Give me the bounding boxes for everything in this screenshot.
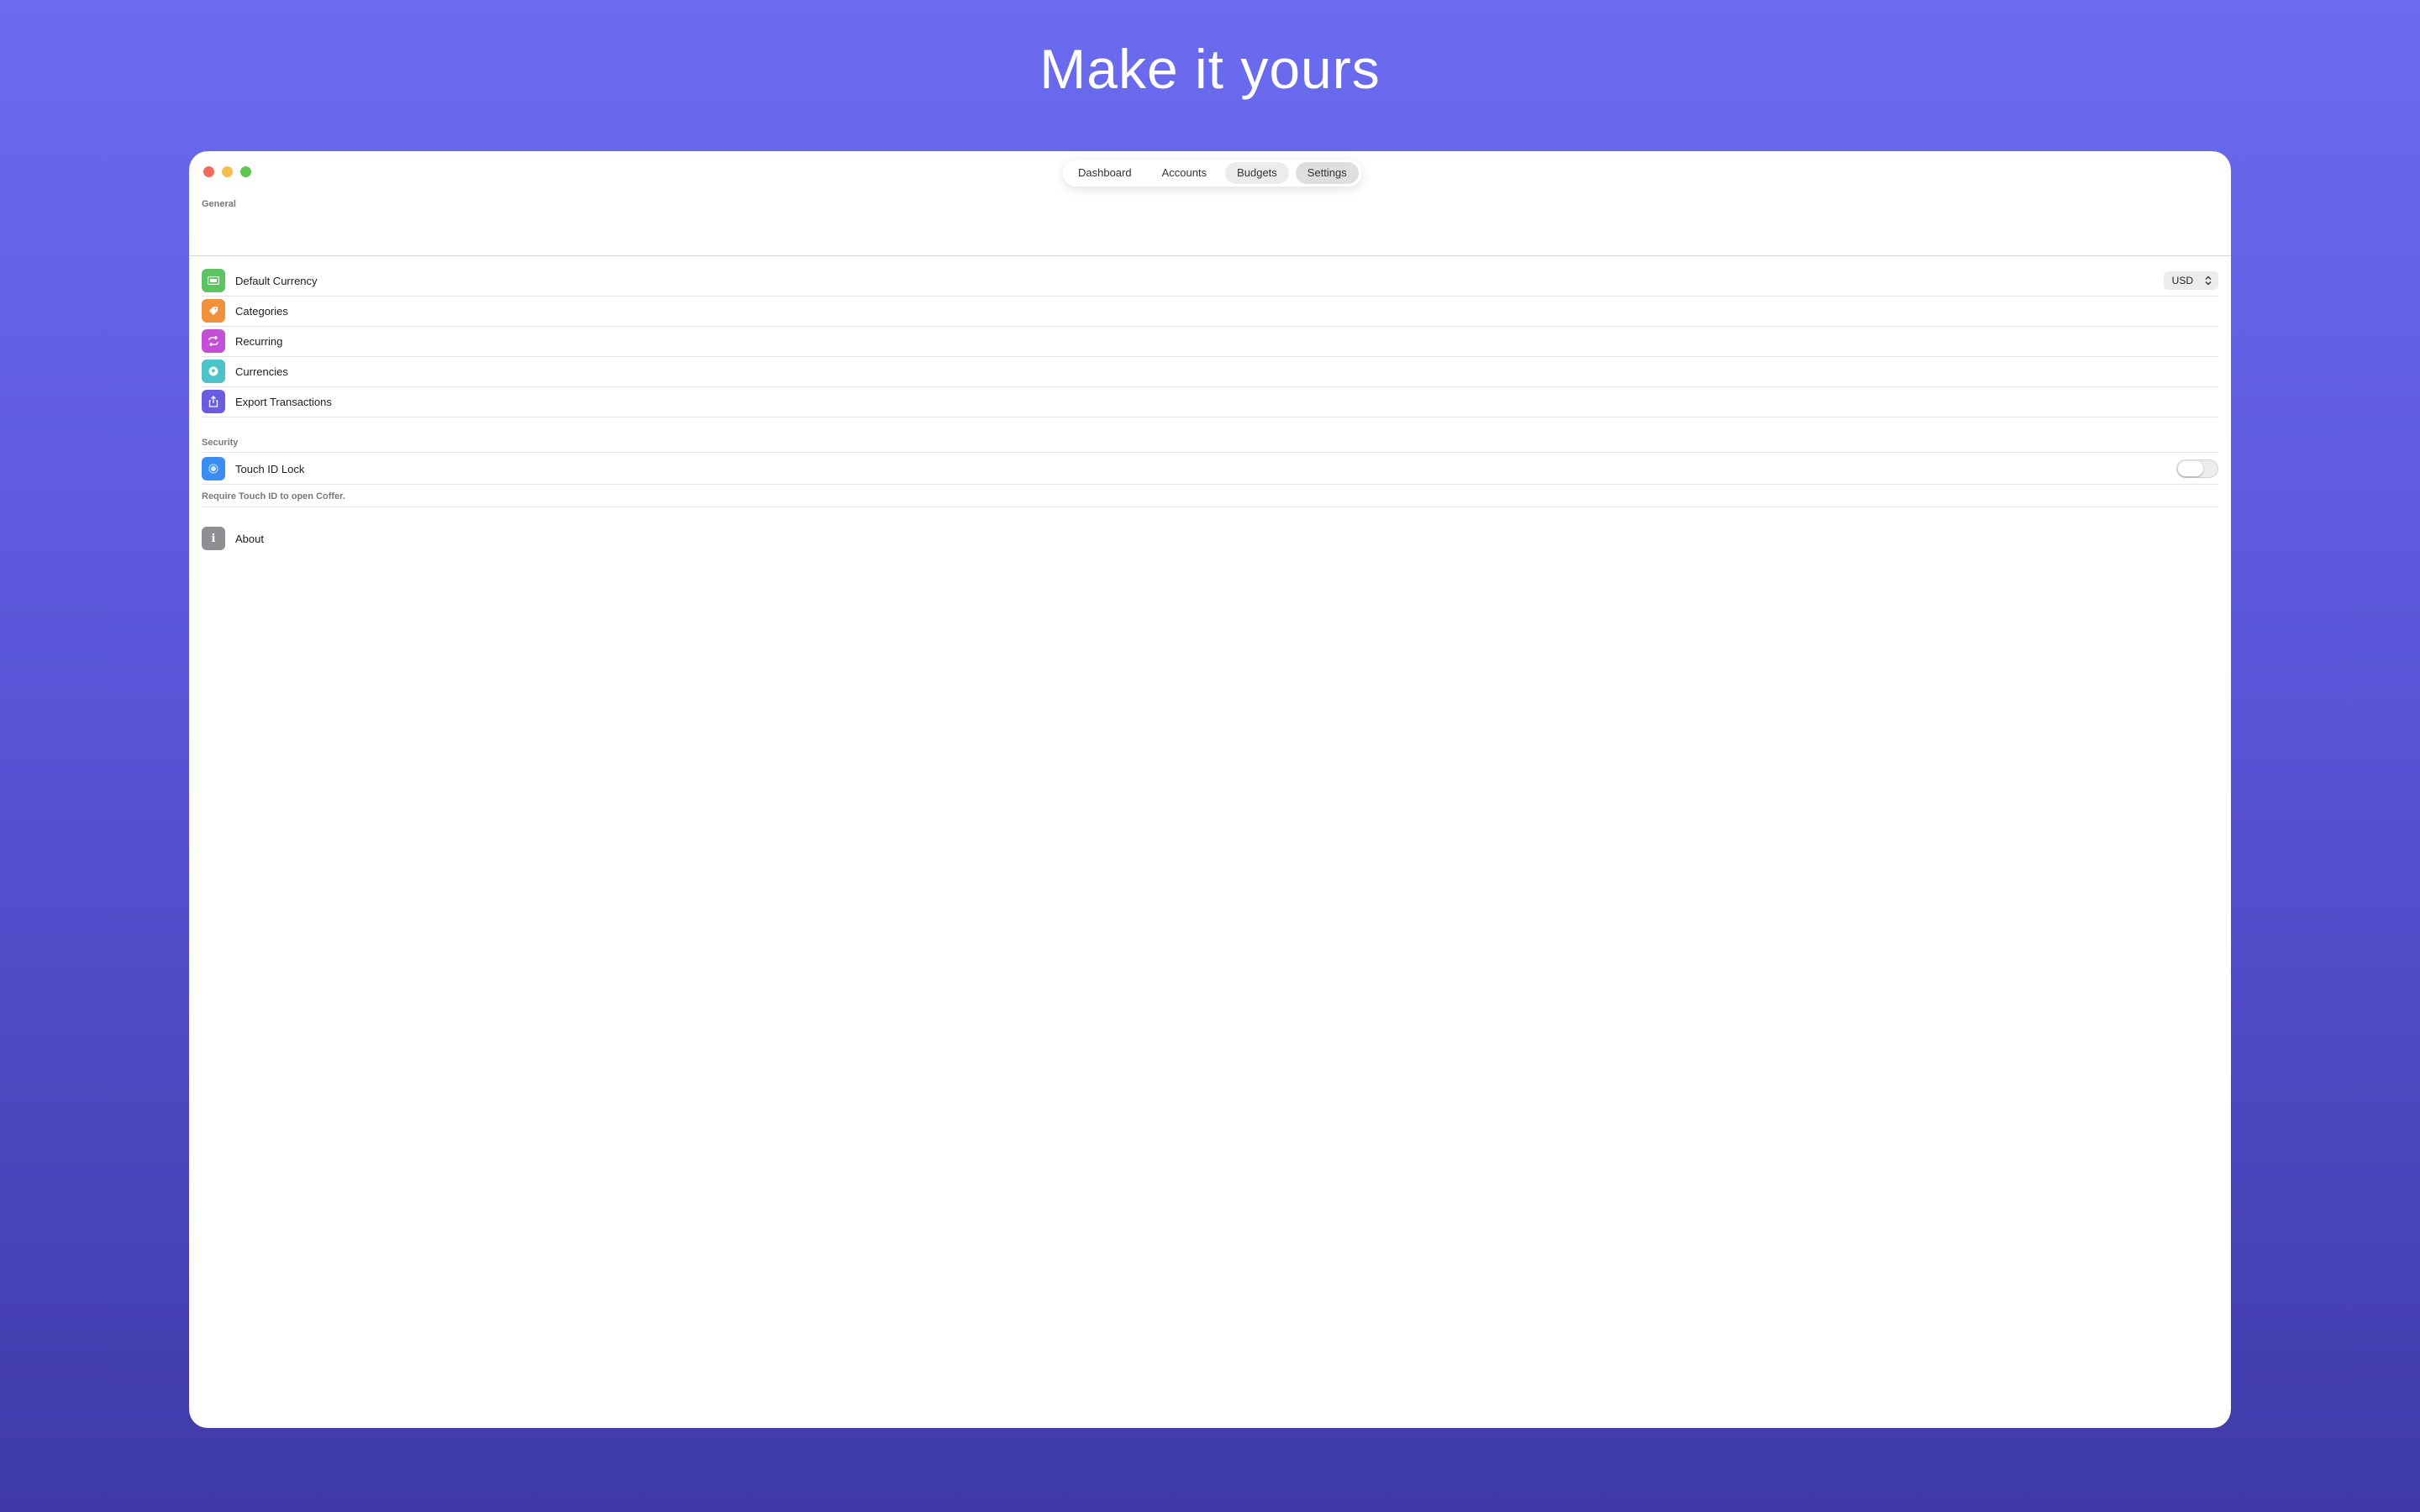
window-controls [203, 166, 251, 177]
app-window: Dashboard Accounts Budgets Settings Gene… [189, 151, 2231, 1428]
row-label: Default Currency [235, 274, 318, 287]
info-icon: i [202, 527, 225, 550]
touch-id-toggle[interactable] [2176, 459, 2218, 478]
section-header-general: General [202, 199, 236, 209]
security-divider [202, 452, 2218, 453]
touch-id-footnote: Require Touch ID to open Coffer. [202, 491, 345, 501]
globe-icon [202, 360, 225, 383]
row-currencies[interactable]: Currencies [202, 356, 2218, 387]
row-recurring[interactable]: Recurring [202, 326, 2218, 357]
hero-title: Make it yours [1039, 38, 1381, 100]
currency-value: USD [2171, 275, 2193, 286]
row-label: About [235, 532, 264, 545]
row-export-transactions[interactable]: Export Transactions [202, 386, 2218, 417]
repeat-icon [202, 329, 225, 353]
row-label: Touch ID Lock [235, 462, 305, 475]
share-icon [202, 390, 225, 413]
tab-budgets[interactable]: Budgets [1225, 162, 1289, 184]
zoom-window-button[interactable] [240, 166, 251, 177]
toggle-knob [2178, 461, 2203, 476]
minimize-window-button[interactable] [222, 166, 233, 177]
header-divider [189, 255, 2231, 256]
row-label: Recurring [235, 334, 283, 348]
section-header-security: Security [202, 438, 239, 448]
close-window-button[interactable] [203, 166, 214, 177]
banknote-icon [202, 269, 225, 292]
tab-dashboard[interactable]: Dashboard [1066, 162, 1144, 184]
chevron-up-down-icon [2205, 276, 2212, 286]
row-about[interactable]: i About [202, 523, 2218, 554]
fingerprint-icon [202, 457, 225, 480]
row-label: Export Transactions [235, 395, 332, 408]
row-default-currency[interactable]: Default Currency USD [202, 265, 2218, 297]
currency-select[interactable]: USD [2163, 271, 2218, 290]
row-label: Categories [235, 304, 288, 318]
window-content: Dashboard Accounts Budgets Settings Gene… [189, 151, 2231, 1428]
tag-icon [202, 299, 225, 323]
row-categories[interactable]: Categories [202, 296, 2218, 327]
row-label: Currencies [235, 365, 288, 378]
tab-accounts[interactable]: Accounts [1150, 162, 1218, 184]
tab-settings[interactable]: Settings [1295, 162, 1359, 184]
tab-bar: Dashboard Accounts Budgets Settings [1063, 160, 1362, 186]
row-touch-id-lock[interactable]: Touch ID Lock [202, 454, 2218, 485]
